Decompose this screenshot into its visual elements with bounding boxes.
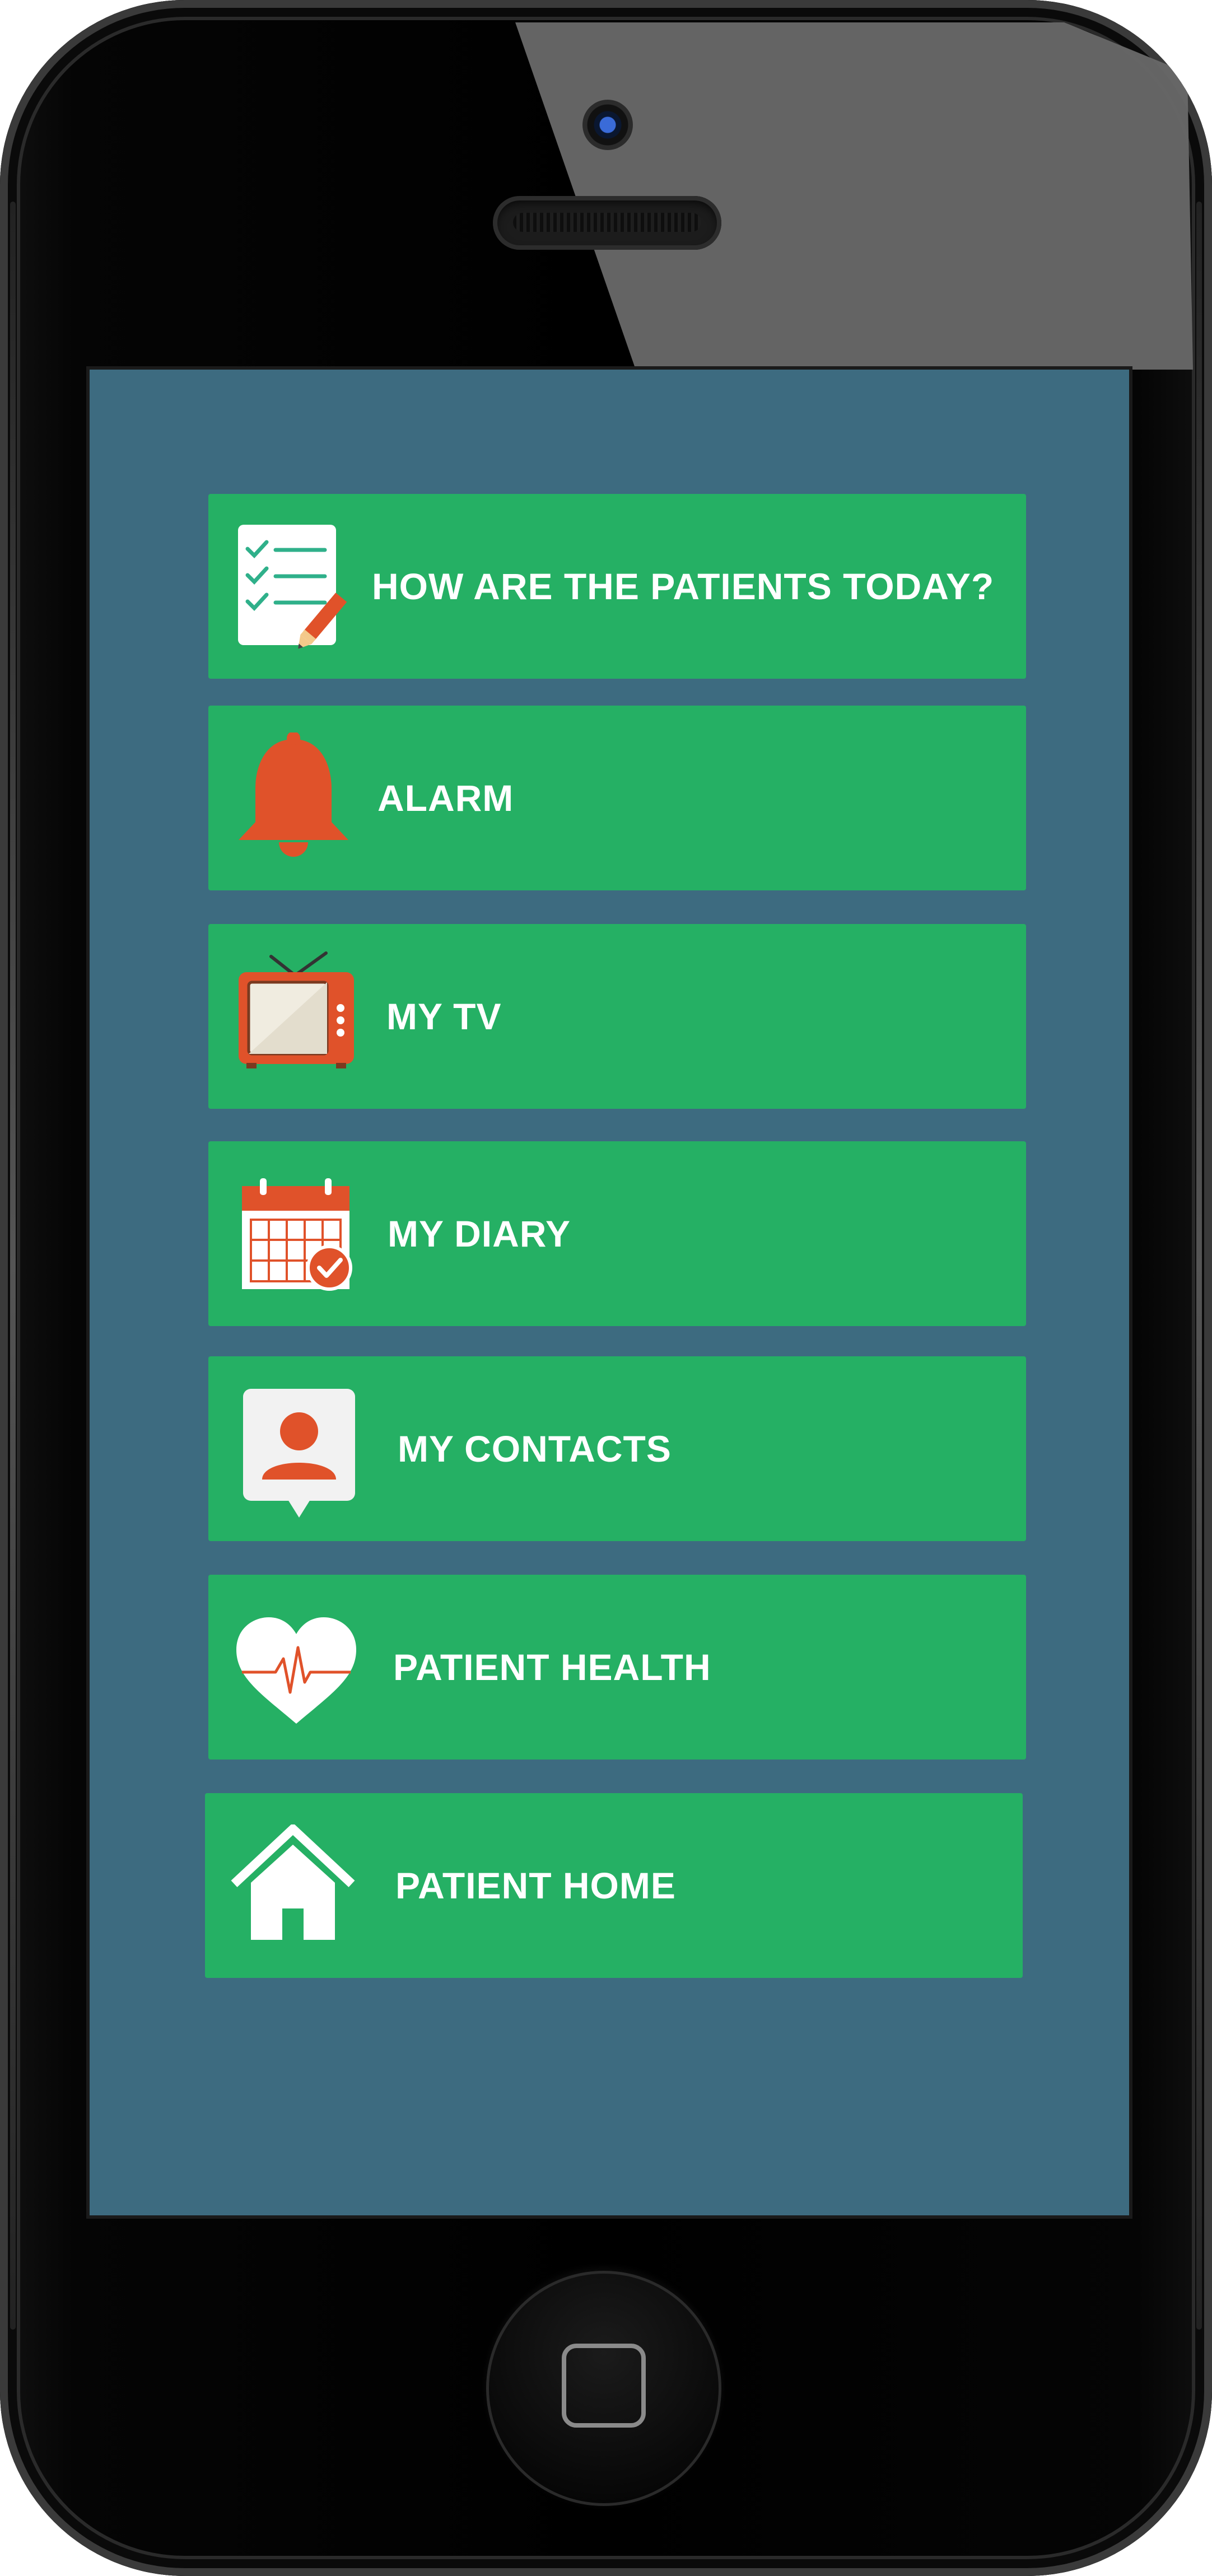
menu-item-label: MY DIARY: [388, 1213, 571, 1254]
screen-glare: [515, 22, 1193, 370]
menu-item-patient-health[interactable]: PATIENT HEALTH: [208, 1575, 1026, 1760]
home-button[interactable]: [486, 2271, 721, 2506]
app-screen: HOW ARE THE PATIENTS TODAY? ALARM MY TV …: [86, 366, 1132, 2219]
home-square-icon: [562, 2344, 646, 2428]
phone-edge-right: [1196, 202, 1202, 2330]
menu-item-patients-today[interactable]: HOW ARE THE PATIENTS TODAY?: [208, 494, 1026, 679]
menu-item-label: PATIENT HOME: [395, 1865, 676, 1906]
phone-frame: HOW ARE THE PATIENTS TODAY? ALARM MY TV …: [0, 0, 1212, 2576]
tv-icon: [239, 951, 354, 1068]
calendar-icon: [242, 1178, 352, 1291]
phone-edge-left: [10, 202, 16, 2330]
front-camera-icon: [582, 100, 633, 150]
menu-item-my-diary[interactable]: MY DIARY: [208, 1141, 1026, 1326]
menu-item-label: MY TV: [386, 996, 502, 1037]
menu-item-alarm[interactable]: ALARM: [208, 706, 1026, 890]
menu-item-my-contacts[interactable]: MY CONTACTS: [208, 1356, 1026, 1541]
checklist-pencil-icon: [238, 525, 347, 649]
bell-icon: [239, 732, 348, 857]
menu-item-label: HOW ARE THE PATIENTS TODAY?: [372, 566, 995, 607]
earpiece-speaker: [493, 196, 721, 250]
house-icon: [231, 1824, 355, 1940]
menu-item-label: ALARM: [377, 777, 514, 819]
menu-item-label: PATIENT HEALTH: [393, 1646, 711, 1688]
menu-item-my-tv[interactable]: MY TV: [208, 924, 1026, 1109]
menu-item-label: MY CONTACTS: [398, 1428, 672, 1469]
heart-pulse-icon: [236, 1617, 356, 1724]
menu-item-patient-home[interactable]: PATIENT HOME: [205, 1793, 1023, 1978]
contact-person-icon: [243, 1389, 355, 1518]
